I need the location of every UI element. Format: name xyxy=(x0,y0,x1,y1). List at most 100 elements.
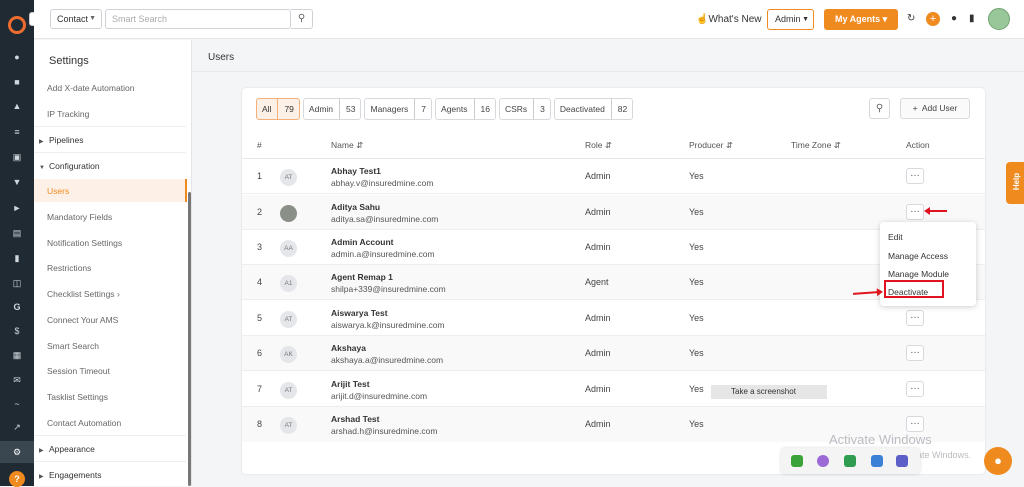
add-user-button[interactable]: + Add User xyxy=(900,98,970,119)
add-icon[interactable]: + xyxy=(926,12,940,26)
sidebar-item-mandatory-fields[interactable]: Mandatory Fields xyxy=(47,212,112,222)
trend-icon[interactable]: ↗ xyxy=(11,422,23,432)
user-search-icon[interactable]: ⚲ xyxy=(869,98,890,119)
chat-bubble-icon[interactable]: ● xyxy=(984,447,1012,475)
tab-label: Deactivated xyxy=(559,104,605,114)
avatar: AT xyxy=(280,311,297,328)
row-actions-more-icon[interactable]: … xyxy=(906,204,924,220)
user-role: Admin xyxy=(585,242,611,252)
checkmark-app-icon[interactable] xyxy=(791,455,803,467)
menu-item-manage-access[interactable]: Manage Access xyxy=(888,251,948,261)
app-logo-icon[interactable] xyxy=(8,16,26,34)
table-row[interactable]: 2 Aditya Sahu aditya.sa@insuredmine.com … xyxy=(242,195,985,230)
sidebar-item-add-x-date-automation[interactable]: Add X-date Automation xyxy=(47,83,134,93)
role-select[interactable]: Admin ▼ xyxy=(767,9,814,30)
user-name: Abhay Test1 xyxy=(331,166,381,176)
row-actions-more-icon[interactable]: … xyxy=(906,168,924,184)
user-role: Admin xyxy=(585,348,611,358)
sidebar-item-ip-tracking[interactable]: IP Tracking xyxy=(47,109,89,119)
whats-new-link[interactable]: ☝What's New xyxy=(696,14,762,25)
help-circle-icon[interactable]: ? xyxy=(9,471,25,487)
column-header-role[interactable]: Role ⇵ xyxy=(585,140,612,151)
search-icon[interactable]: ⚲ xyxy=(291,9,313,29)
search-type-select[interactable]: Contact ▼ xyxy=(50,9,102,29)
tab-deactivated[interactable]: Deactivated 82 xyxy=(553,98,634,120)
sidebar-item-checklist-settings[interactable]: Checklist Settings › xyxy=(47,289,120,299)
id-card-icon[interactable]: ▣ xyxy=(11,152,23,162)
calendar-icon[interactable]: ▦ xyxy=(11,350,23,360)
chart-icon[interactable]: ▮ xyxy=(11,253,23,263)
settings-gear-icon[interactable]: ⚙ xyxy=(11,447,23,457)
user-email: abhay.v@insuredmine.com xyxy=(331,178,434,188)
megaphone-icon[interactable]: ► xyxy=(11,203,23,213)
list-icon[interactable]: ≡ xyxy=(11,127,23,137)
tab-csrs[interactable]: CSRs 3 xyxy=(498,98,551,120)
sidebar-item-smart-search[interactable]: Smart Search xyxy=(47,341,99,351)
sidebar-item-session-timeout[interactable]: Session Timeout xyxy=(47,366,110,376)
notes-icon[interactable]: ▤ xyxy=(11,228,23,238)
my-agents-button[interactable]: My Agents ▾ xyxy=(824,9,898,30)
table-row[interactable]: 6 AK Akshaya akshaya.a@insuredmine.com A… xyxy=(242,336,985,371)
column-header-name[interactable]: Name ⇵ xyxy=(331,140,363,151)
column-header-timezone[interactable]: Time Zone ⇵ xyxy=(791,140,841,151)
clipboard-icon[interactable]: ▮ xyxy=(969,13,975,24)
sidebar-section-label: Pipelines xyxy=(49,135,84,145)
refresh-icon[interactable]: ↻ xyxy=(907,13,915,24)
teams-app-icon[interactable] xyxy=(896,455,908,467)
row-actions-more-icon[interactable]: … xyxy=(906,310,924,326)
sidebar-item-restrictions[interactable]: Restrictions xyxy=(47,263,91,273)
smart-search-input[interactable]: Smart Search xyxy=(105,9,291,29)
signature-icon[interactable]: ~ xyxy=(11,399,23,409)
menu-item-manage-module[interactable]: Manage Module xyxy=(888,269,949,279)
sidebar-scrollbar[interactable] xyxy=(188,192,191,486)
table-row[interactable]: 3 AA Admin Account admin.a@insuredmine.c… xyxy=(242,230,985,265)
menu-item-edit[interactable]: Edit xyxy=(888,232,903,242)
sidebar-item-notification-settings[interactable]: Notification Settings xyxy=(47,238,122,248)
user-role: Agent xyxy=(585,277,609,287)
sidebar-section-engagements[interactable]: ▶ Engagements xyxy=(39,470,101,480)
tab-all[interactable]: All 79 xyxy=(256,98,300,120)
row-actions-more-icon[interactable]: … xyxy=(906,345,924,361)
sidebar-item-tasklist-settings[interactable]: Tasklist Settings xyxy=(47,392,108,402)
sidebar-item-contact-automation[interactable]: Contact Automation xyxy=(47,418,121,428)
filter-icon[interactable]: ▼ xyxy=(11,177,23,187)
column-header-num: # xyxy=(257,140,262,150)
sidebar-section-pipelines[interactable]: ▶ Pipelines xyxy=(39,135,84,145)
user-role: Admin xyxy=(585,313,611,323)
bell-icon[interactable]: ● xyxy=(951,13,957,24)
column-header-producer[interactable]: Producer ⇵ xyxy=(689,140,733,151)
column-header-label: Name xyxy=(331,140,354,150)
contacts-icon[interactable]: ● xyxy=(11,52,23,62)
dollar-icon[interactable]: $ xyxy=(11,326,23,336)
sidebar-item-connect-your-ams[interactable]: Connect Your AMS xyxy=(47,315,118,325)
google-icon[interactable]: G xyxy=(11,302,23,312)
table-row[interactable]: 4 A1 Agent Remap 1 shilpa+339@insuredmin… xyxy=(242,265,985,300)
table-row[interactable]: 5 AT Aiswarya Test aiswarya.k@insuredmin… xyxy=(242,301,985,336)
user-email: aiswarya.k@insuredmine.com xyxy=(331,320,445,330)
mail-icon[interactable]: ✉ xyxy=(11,375,23,385)
row-actions-more-icon[interactable]: … xyxy=(906,416,924,432)
sidebar-item-label: Checklist Settings xyxy=(47,289,115,299)
user-avatar[interactable] xyxy=(988,8,1010,30)
shield-app-icon[interactable] xyxy=(871,455,883,467)
help-tab[interactable]: Help xyxy=(1006,162,1024,204)
bank-icon[interactable]: ▲ xyxy=(11,101,23,111)
feather-app-icon[interactable] xyxy=(817,455,829,467)
sidebar-section-configuration[interactable]: ▼ Configuration xyxy=(39,161,100,171)
sidebar-item-users[interactable]: Users xyxy=(47,186,69,196)
tab-agents[interactable]: Agents 16 xyxy=(435,98,496,120)
row-actions-more-icon[interactable]: … xyxy=(906,381,924,397)
sidebar-section-appearance[interactable]: ▶ Appearance xyxy=(39,444,95,454)
table-row[interactable]: 1 AT Abhay Test1 abhay.v@insuredmine.com… xyxy=(242,159,985,194)
user-producer: Yes xyxy=(689,277,704,287)
documents-icon[interactable]: ■ xyxy=(11,77,23,87)
folder-icon[interactable]: ◫ xyxy=(11,278,23,288)
user-producer: Yes xyxy=(689,313,704,323)
tab-managers[interactable]: Managers 7 xyxy=(364,98,433,120)
table-row[interactable]: 7 AT Arijit Test arijit.d@insuredmine.co… xyxy=(242,372,985,407)
recycle-app-icon[interactable] xyxy=(844,455,856,467)
divider xyxy=(34,435,186,436)
tab-label: All xyxy=(262,104,272,114)
user-role: Admin xyxy=(585,384,611,394)
tab-admin[interactable]: Admin 53 xyxy=(302,98,362,120)
